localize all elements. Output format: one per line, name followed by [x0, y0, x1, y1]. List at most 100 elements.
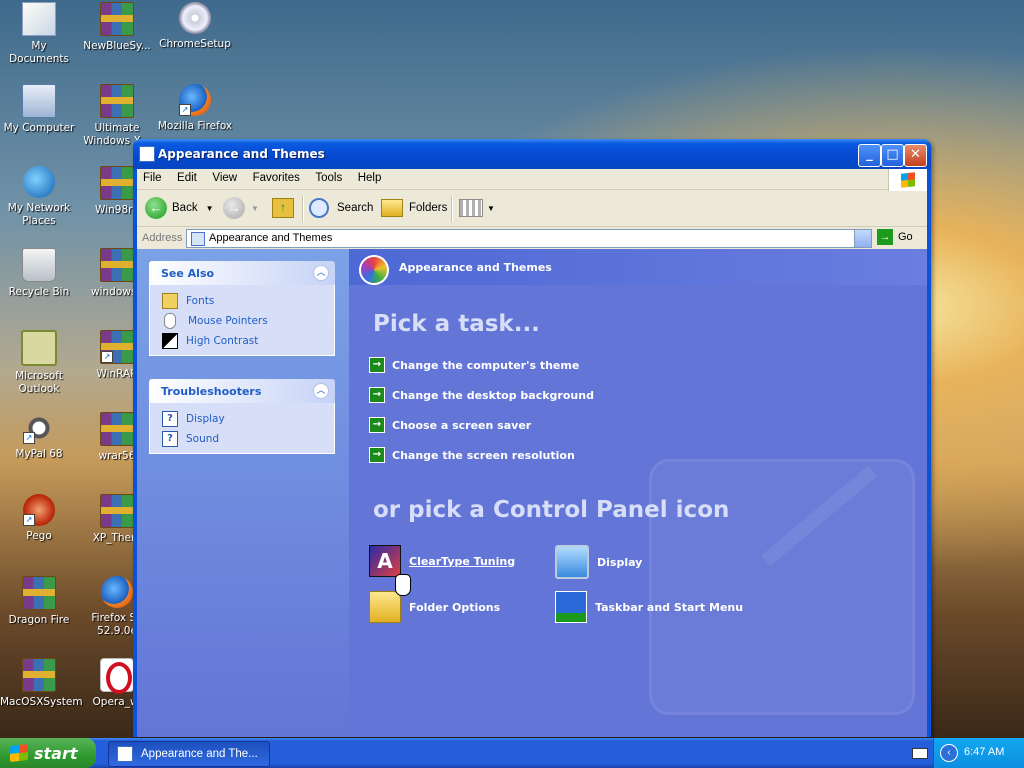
close-icon: ✕ [910, 147, 921, 162]
desktop-icon-my-documents[interactable]: My Documents [0, 2, 78, 66]
winrar-archive-icon [22, 576, 56, 610]
menu-edit[interactable]: Edit [171, 169, 203, 184]
see-also-title: See Also [161, 267, 215, 280]
desktop-icon-pego[interactable]: ↗ Pego [0, 494, 78, 543]
menu-help[interactable]: Help [352, 169, 388, 184]
up-folder-icon: ↑ [272, 198, 294, 218]
menu-favorites[interactable]: Favorites [247, 169, 306, 184]
network-globe-icon [23, 166, 55, 198]
see-also-fonts[interactable]: Fonts [150, 291, 334, 311]
see-also-header[interactable]: See Also ︿ [149, 261, 335, 285]
start-button[interactable]: start [0, 738, 96, 768]
troubleshooter-sound[interactable]: ? Sound [150, 429, 334, 449]
desktop-icon-mypal[interactable]: ↗ MyPal 68 [0, 412, 78, 461]
menu-bar: File Edit View Favorites Tools Help [137, 169, 927, 191]
winrar-archive-icon [100, 248, 134, 282]
mouse-icon [164, 313, 176, 329]
see-also-mouse-pointers[interactable]: Mouse Pointers [150, 311, 334, 331]
display-icon [555, 545, 589, 579]
see-also-high-contrast[interactable]: High Contrast [150, 331, 334, 351]
desktop-icon-my-network-places[interactable]: My Network Places [0, 166, 78, 228]
desktop-icon-microsoft-outlook[interactable]: Microsoft Outlook [0, 330, 78, 396]
menu-file[interactable]: File [137, 169, 168, 184]
desktop-icon-newbluesy[interactable]: NewBlueSy... [78, 2, 156, 53]
taskbar-window-button[interactable]: Appearance and The... [108, 741, 270, 767]
forward-arrow-icon: → [223, 197, 245, 219]
control-panel-icon [117, 746, 133, 762]
task-screen-saver[interactable]: → Choose a screen saver [369, 417, 531, 433]
help-question-icon: ? [162, 411, 178, 427]
show-hidden-icons-button[interactable]: ‹ [940, 744, 958, 762]
desktop-icon-macosxsystem[interactable]: MacOSXSystem [0, 658, 83, 709]
troubleshooter-display[interactable]: ? Display [150, 409, 334, 429]
cd-setup-icon [179, 2, 211, 34]
address-input[interactable]: Appearance and Themes ▼ [186, 229, 888, 248]
close-button[interactable]: ✕ [904, 144, 927, 167]
window-title: Appearance and Themes [158, 147, 325, 161]
green-arrow-icon: → [369, 417, 385, 433]
task-change-theme[interactable]: → Change the computer's theme [369, 357, 579, 373]
desktop-icon-dragon-fire[interactable]: Dragon Fire [0, 576, 78, 627]
taskbar-start-menu-link[interactable]: Taskbar and Start Menu [555, 591, 743, 623]
toolbar-separator [302, 196, 304, 222]
maximize-button[interactable]: □ [881, 144, 904, 167]
task-change-background[interactable]: → Change the desktop background [369, 387, 594, 403]
start-label: start [34, 743, 78, 763]
back-button[interactable]: ← Back ▼ [145, 196, 214, 220]
collapse-chevron-icon[interactable]: ︿ [313, 383, 329, 399]
green-arrow-icon: → [369, 387, 385, 403]
address-bar: Address Appearance and Themes ▼ → Go [137, 227, 927, 250]
windows-flag-icon [10, 744, 28, 762]
search-button[interactable]: Search [309, 196, 373, 220]
hand-cursor-icon [395, 574, 411, 596]
green-arrow-icon: → [369, 447, 385, 463]
taskbar: start Appearance and The... ‹ 6:47 AM [0, 738, 1024, 768]
shortcut-arrow-icon: ↗ [101, 351, 113, 363]
opera-icon [100, 658, 134, 694]
desktop-icon-my-computer[interactable]: My Computer [0, 84, 78, 135]
firefox-setup-icon [101, 576, 133, 608]
high-contrast-icon [162, 333, 178, 349]
folder-options-link[interactable]: Folder Options [369, 591, 500, 623]
minimize-button[interactable]: _ [858, 144, 881, 167]
search-icon [309, 198, 329, 218]
up-folder-button[interactable]: ↑ [272, 196, 294, 220]
recycle-bin-icon [22, 248, 56, 282]
views-dropdown-icon: ▼ [487, 203, 495, 213]
taskbar-window-label: Appearance and The... [141, 748, 258, 760]
go-button[interactable]: → Go [877, 229, 913, 245]
back-arrow-icon: ← [145, 197, 167, 219]
address-dropdown-button[interactable]: ▼ [854, 230, 888, 247]
desktop-icon-mozilla-firefox[interactable]: ↗ Mozilla Firefox [156, 84, 234, 133]
desktop-icon-chromesetup[interactable]: ChromeSetup [156, 2, 234, 51]
keyboard-icon[interactable] [912, 748, 928, 759]
back-dropdown-icon[interactable]: ▼ [206, 204, 214, 213]
pick-task-heading: Pick a task... [373, 311, 540, 337]
winrar-archive-icon [22, 658, 56, 692]
system-tray: ‹ 6:47 AM [933, 738, 1024, 768]
display-link[interactable]: Display [555, 545, 642, 579]
cleartype-tuning-link[interactable]: A ClearType Tuning [369, 545, 515, 577]
collapse-chevron-icon[interactable]: ︿ [313, 265, 329, 281]
search-label: Search [337, 202, 374, 214]
folder-options-icon [369, 591, 401, 623]
clock[interactable]: 6:47 AM [964, 746, 1004, 758]
folders-button[interactable]: Folders [381, 196, 447, 220]
views-button[interactable]: ▼ [459, 196, 495, 220]
mypal-icon: ↗ [23, 412, 55, 444]
views-icon [459, 199, 483, 217]
window-body: File Edit View Favorites Tools Help ← Ba… [137, 169, 927, 737]
desktop-icon-recycle-bin[interactable]: Recycle Bin [0, 248, 78, 299]
forward-dropdown-icon[interactable]: ▼ [251, 204, 259, 213]
task-screen-resolution[interactable]: → Change the screen resolution [369, 447, 575, 463]
troubleshooters-list: ? Display ? Sound [149, 403, 335, 454]
windows-logo-icon [888, 169, 927, 191]
troubleshooters-header[interactable]: Troubleshooters ︿ [149, 379, 335, 403]
title-bar[interactable]: Appearance and Themes _ □ ✕ [133, 139, 931, 169]
go-label: Go [898, 231, 913, 243]
winrar-archive-icon [100, 2, 134, 36]
menu-tools[interactable]: Tools [309, 169, 348, 184]
forward-button[interactable]: → ▼ [223, 196, 259, 220]
address-label: Address [142, 232, 183, 244]
menu-view[interactable]: View [206, 169, 243, 184]
